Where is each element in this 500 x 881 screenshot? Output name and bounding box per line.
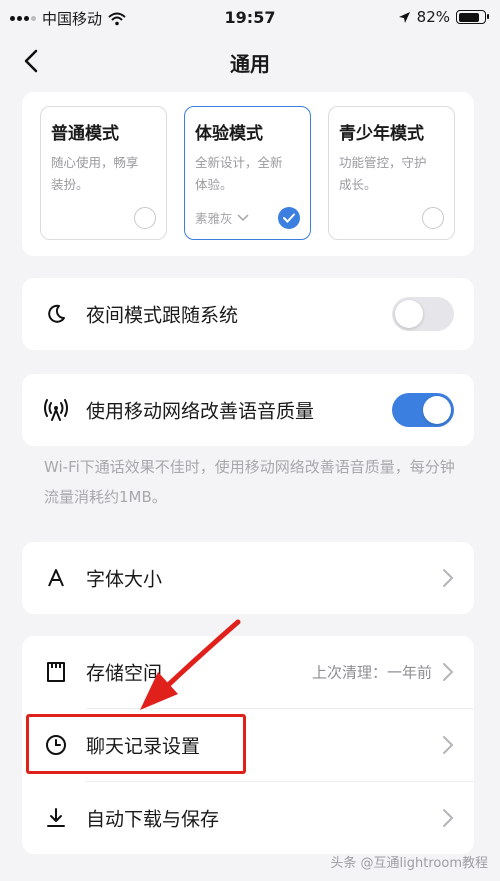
status-right: 82%: [398, 8, 489, 26]
mobile-voice-row: 使用移动网络改善语音质量: [22, 374, 474, 446]
nav-bar: 通用: [0, 36, 500, 86]
signal-tower-icon: [44, 398, 68, 422]
mode-card-experience[interactable]: 体验模式 全新设计，全新 体验。 素雅灰: [184, 106, 311, 240]
mode-title: 体验模式: [195, 124, 263, 144]
auto-download-label: 自动下载与保存: [86, 808, 220, 831]
mobile-voice-label: 使用移动网络改善语音质量: [86, 400, 315, 423]
chevron-right-icon: [443, 569, 454, 587]
night-mode-row: 夜间模式跟随系统: [22, 278, 474, 350]
mobile-voice-toggle[interactable]: [392, 393, 454, 427]
checkmark-icon: [283, 213, 295, 223]
auto-download-row[interactable]: 自动下载与保存: [22, 782, 474, 854]
mode-title: 青少年模式: [339, 124, 424, 144]
mode-desc: 成长。: [339, 177, 377, 192]
chevron-right-icon: [443, 736, 454, 754]
location-arrow-icon: [398, 11, 410, 23]
mode-selector: 普通模式 随心使用，畅享 装扮。 体验模式 全新设计，全新 体验。 素雅灰 青少…: [22, 92, 474, 256]
radio-unchecked[interactable]: [422, 207, 444, 229]
theme-dropdown[interactable]: 素雅灰: [195, 208, 249, 227]
storage-value: 上次清理：一年前: [311, 663, 432, 682]
mobile-voice-panel: 使用移动网络改善语音质量: [22, 374, 474, 446]
font-size-label: 字体大小: [86, 568, 163, 591]
download-icon: [44, 806, 68, 830]
mode-title: 普通模式: [51, 124, 119, 144]
moon-icon: [44, 302, 68, 326]
chevron-right-icon: [443, 809, 454, 827]
storage-row[interactable]: 存储空间 上次清理：一年前: [22, 636, 474, 708]
night-mode-panel: 夜间模式跟随系统: [22, 278, 474, 350]
night-mode-label: 夜间模式跟随系统: [86, 304, 239, 327]
mode-desc: 功能管控，守护: [339, 155, 427, 170]
mode-card-normal[interactable]: 普通模式 随心使用，畅享 装扮。: [40, 106, 167, 240]
night-mode-toggle[interactable]: [392, 297, 454, 331]
mobile-voice-hint: Wi-Fi下通话效果不佳时，使用移动网络改善语音质量，每分钟流量消耗约1MB。: [44, 458, 455, 506]
status-bar: 中国移动 19:57 82%: [0, 0, 500, 36]
mode-desc: 随心使用，畅享: [51, 155, 139, 170]
chevron-down-icon: [236, 213, 249, 221]
chevron-right-icon: [443, 663, 454, 681]
mode-desc: 全新设计，全新: [195, 155, 283, 170]
mode-card-teen[interactable]: 青少年模式 功能管控，守护 成长。: [328, 106, 455, 240]
page-title: 通用: [230, 52, 270, 76]
annotation-highlight-box: [26, 714, 246, 774]
font-size-panel: 字体大小: [22, 542, 474, 614]
storage-label: 存储空间: [86, 662, 163, 685]
battery-icon: [456, 10, 489, 24]
font-size-row[interactable]: 字体大小: [22, 542, 474, 614]
radio-checked[interactable]: [278, 207, 300, 229]
font-icon: [44, 566, 68, 590]
theme-label: 素雅灰: [195, 211, 233, 226]
battery-percent: 82%: [416, 8, 450, 26]
watermark: 头条 @互通lightroom教程: [330, 856, 488, 871]
radio-unchecked[interactable]: [134, 207, 156, 229]
mode-desc: 体验。: [195, 177, 233, 192]
storage-icon: [44, 660, 68, 684]
mode-desc: 装扮。: [51, 177, 89, 192]
